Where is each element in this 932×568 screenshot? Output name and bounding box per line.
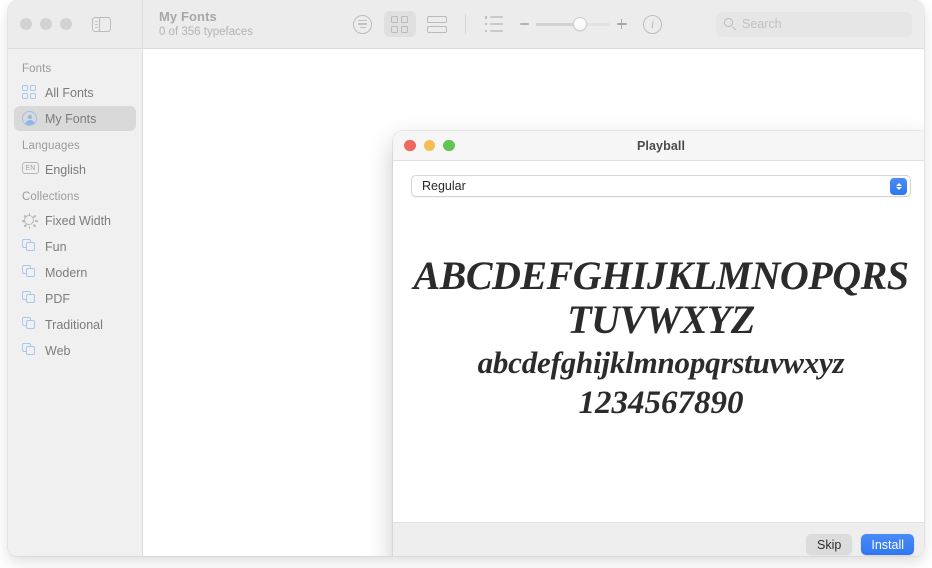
sidebar-item-pdf[interactable]: PDF — [14, 286, 136, 311]
info-icon: i — [643, 15, 662, 34]
sidebar-item-english[interactable]: EN English — [14, 157, 136, 182]
toolbar-left-section — [8, 0, 143, 48]
install-button[interactable]: Install — [861, 534, 914, 555]
sidebar-item-label: All Fonts — [45, 86, 94, 100]
window-traffic-lights — [20, 18, 72, 30]
zoom-button[interactable] — [60, 18, 72, 30]
toolbar-divider — [465, 14, 466, 34]
sidebar-item-fun[interactable]: Fun — [14, 234, 136, 259]
collection-icon — [22, 291, 37, 306]
increase-size-button[interactable] — [617, 19, 627, 29]
sample-uppercase-line-1: ABCDEFGHIJKLMNOPQRS — [413, 255, 908, 297]
sample-view-button[interactable] — [348, 11, 378, 37]
stacked-rows-icon — [427, 16, 447, 33]
sidebar-item-traditional[interactable]: Traditional — [14, 312, 136, 337]
toolbar-controls: i — [309, 11, 706, 37]
window-heading: My Fonts 0 of 356 typefaces — [159, 9, 309, 39]
toolbar-right-section: My Fonts 0 of 356 typefaces — [143, 0, 924, 48]
chevron-up-down-icon[interactable] — [890, 178, 907, 195]
dialog-titlebar: Playball — [393, 131, 924, 161]
search-icon — [724, 18, 736, 30]
font-style-popup-button[interactable]: Regular — [411, 175, 911, 197]
repertoire-view-button[interactable] — [422, 11, 452, 37]
dialog-close-button[interactable] — [404, 140, 416, 152]
sidebar-item-label: PDF — [45, 292, 70, 306]
dialog-footer: Skip Install — [393, 522, 924, 556]
toolbar: My Fonts 0 of 356 typefaces — [8, 0, 924, 49]
grid-icon — [22, 85, 37, 100]
sidebar-item-label: English — [45, 163, 86, 177]
typeface-count: 0 of 356 typefaces — [159, 25, 309, 39]
minimize-button[interactable] — [40, 18, 52, 30]
sidebar-item-all-fonts[interactable]: All Fonts — [14, 80, 136, 105]
dialog-minimize-button[interactable] — [424, 140, 436, 152]
font-book-window: My Fonts 0 of 356 typefaces — [8, 0, 924, 556]
sidebar-item-fixed-width[interactable]: Fixed Width — [14, 208, 136, 233]
slider-knob[interactable] — [573, 17, 587, 31]
collection-icon — [22, 239, 37, 254]
info-button[interactable]: i — [638, 11, 668, 37]
sidebar-section-header-languages: Languages — [8, 132, 142, 156]
close-button[interactable] — [20, 18, 32, 30]
font-size-slider[interactable] — [520, 19, 627, 29]
dialog-zoom-button[interactable] — [443, 140, 455, 152]
dialog-content: Regular ABCDEFGHIJKLMNOPQRS TUVWXYZ abcd… — [393, 161, 924, 522]
sidebar-item-label: My Fonts — [45, 112, 96, 126]
sample-uppercase-line-2: TUVWXYZ — [567, 297, 755, 343]
sidebar-item-web[interactable]: Web — [14, 338, 136, 363]
sidebar-section-header-collections: Collections — [8, 183, 142, 207]
sidebar-item-my-fonts[interactable]: My Fonts — [14, 106, 136, 131]
slider-track[interactable] — [536, 23, 610, 26]
window-body: Fonts All Fonts My Fonts Languages EN En… — [8, 49, 924, 556]
collection-icon — [22, 343, 37, 358]
sidebar-item-label: Web — [45, 344, 70, 358]
grid-icon — [391, 16, 408, 33]
decrease-size-button[interactable] — [520, 23, 529, 25]
circled-lines-icon — [353, 15, 372, 34]
sidebar-item-label: Fun — [45, 240, 67, 254]
sidebar-item-modern[interactable]: Modern — [14, 260, 136, 285]
collection-icon — [22, 317, 37, 332]
font-style-value: Regular — [422, 179, 466, 193]
skip-button[interactable]: Skip — [806, 534, 852, 555]
person-circle-icon — [22, 111, 37, 126]
bullet-list-icon — [485, 16, 503, 32]
sidebar-section-header-fonts: Fonts — [8, 55, 142, 79]
gear-icon — [22, 213, 37, 228]
search-placeholder: Search — [742, 17, 782, 31]
collection-icon — [22, 265, 37, 280]
dialog-title: Playball — [393, 139, 924, 153]
sidebar-item-label: Traditional — [45, 318, 103, 332]
font-content-area: Playball Regular ABCDEFGHIJKLMNOPQRS TUV… — [143, 49, 924, 556]
en-badge-icon: EN — [22, 162, 37, 177]
dialog-traffic-lights — [404, 140, 455, 152]
sample-digits-line: 1234567890 — [579, 383, 744, 424]
sidebar-item-label: Modern — [45, 266, 87, 280]
grid-view-button[interactable] — [384, 11, 416, 37]
sidebar-toggle-icon[interactable] — [92, 17, 111, 32]
sidebar-item-label: Fixed Width — [45, 214, 111, 228]
font-install-dialog: Playball Regular ABCDEFGHIJKLMNOPQRS TUV… — [393, 131, 924, 556]
list-view-button[interactable] — [479, 11, 509, 37]
sidebar: Fonts All Fonts My Fonts Languages EN En… — [8, 49, 143, 556]
page-title: My Fonts — [159, 9, 309, 24]
sample-lowercase-line: abcdefghijklmnopqrstuvwxyz — [478, 343, 845, 383]
search-input[interactable]: Search — [716, 12, 912, 37]
font-sample-preview: ABCDEFGHIJKLMNOPQRS TUVWXYZ abcdefghijkl… — [411, 197, 911, 522]
